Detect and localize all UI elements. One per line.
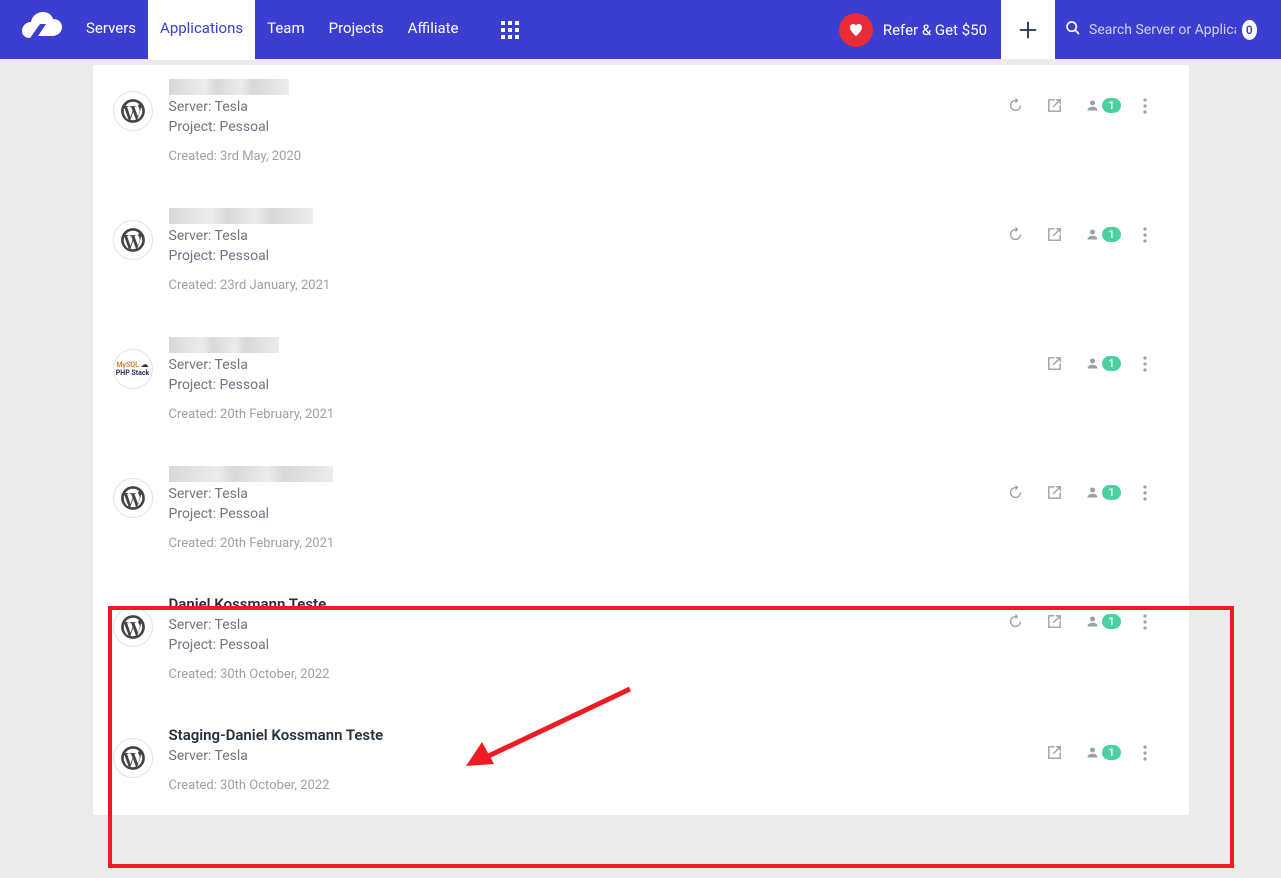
app-title[interactable]: Staging-Daniel Kossmann Teste: [169, 726, 1149, 744]
refresh-icon[interactable]: [1007, 226, 1024, 243]
user-count-badge: 1: [1102, 98, 1120, 113]
search-input[interactable]: [1089, 22, 1236, 38]
app-row: MySQL ☁PHP Stack Server: Tesla Project: Pe…: [93, 323, 1189, 422]
app-body: Server: Tesla Project: Pessoal Created: 20…: [169, 466, 1149, 551]
app-row: Daniel Kossmann Teste Server: Tesla Projec…: [93, 581, 1189, 682]
app-created: Created: 3rd May, 2020: [169, 149, 1149, 164]
user-count-badge: 1: [1102, 485, 1120, 500]
app-created: Created: 23rd January, 2021: [169, 278, 1149, 293]
users-button[interactable]: 1: [1085, 227, 1120, 242]
app-actions: 1: [1046, 355, 1146, 372]
heart-icon: [839, 13, 873, 47]
app-server: Server: Tesla: [169, 228, 1149, 244]
external-link-icon[interactable]: [1046, 226, 1063, 243]
refresh-icon[interactable]: [1007, 97, 1024, 114]
users-button[interactable]: 1: [1085, 745, 1120, 760]
app-project: Project: Pessoal: [169, 248, 1149, 264]
app-server: Server: Tesla: [169, 99, 1149, 115]
external-link-icon[interactable]: [1046, 97, 1063, 114]
main-nav: Servers Applications Team Projects Affil…: [74, 0, 471, 60]
wordpress-icon: [113, 91, 153, 131]
app-project: Project: Pessoal: [169, 377, 1149, 393]
user-count-badge: 1: [1102, 227, 1120, 242]
refer-link[interactable]: Refer & Get $50: [839, 13, 1001, 47]
search-box: 0: [1055, 20, 1267, 40]
app-row: Server: Tesla Project: Pessoal Created: 3r…: [93, 65, 1189, 164]
users-button[interactable]: 1: [1085, 356, 1120, 371]
app-project: Project: Pessoal: [169, 637, 1149, 653]
app-actions: 1: [1007, 226, 1146, 243]
app-row: Server: Tesla Project: Pessoal Created: 20…: [93, 452, 1189, 551]
add-button[interactable]: [1001, 0, 1055, 59]
app-title[interactable]: [169, 466, 333, 482]
app-server: Server: Tesla: [169, 617, 1149, 633]
wordpress-icon: [113, 607, 153, 647]
more-menu-icon[interactable]: [1143, 356, 1147, 372]
app-actions: 1: [1046, 744, 1146, 761]
nav-servers[interactable]: Servers: [74, 0, 148, 60]
phpstack-icon: MySQL ☁PHP Stack: [113, 349, 153, 389]
app-row: Staging-Daniel Kossmann Teste Server: Tes…: [93, 712, 1189, 793]
refresh-icon[interactable]: [1007, 613, 1024, 630]
app-body: Server: Tesla Project: Pessoal Created: 3r…: [169, 79, 1149, 164]
app-server: Server: Tesla: [169, 486, 1149, 502]
applications-card: Server: Tesla Project: Pessoal Created: 3r…: [93, 65, 1189, 815]
app-body: Server: Tesla Project: Pessoal Created: 23…: [169, 208, 1149, 293]
external-link-icon[interactable]: [1046, 355, 1063, 372]
search-icon: [1065, 20, 1081, 40]
app-created: Created: 20th February, 2021: [169, 536, 1149, 551]
apps-grid-icon[interactable]: [501, 21, 519, 39]
app-actions: 1: [1007, 97, 1146, 114]
app-row: Server: Tesla Project: Pessoal Created: 23…: [93, 194, 1189, 293]
more-menu-icon[interactable]: [1143, 485, 1147, 501]
app-server: Server: Tesla: [169, 357, 1149, 373]
app-actions: 1: [1007, 484, 1146, 501]
wordpress-icon: [113, 738, 153, 778]
app-title[interactable]: [169, 337, 279, 353]
users-button[interactable]: 1: [1085, 485, 1120, 500]
top-nav-bar: Servers Applications Team Projects Affil…: [0, 0, 1281, 59]
wordpress-icon: [113, 220, 153, 260]
logo[interactable]: [14, 12, 74, 48]
users-button[interactable]: 1: [1085, 98, 1120, 113]
app-project: Project: Pessoal: [169, 506, 1149, 522]
refresh-icon[interactable]: [1007, 484, 1024, 501]
app-actions: 1: [1007, 613, 1146, 630]
more-menu-icon[interactable]: [1143, 745, 1147, 761]
nav-applications[interactable]: Applications: [148, 0, 255, 60]
app-title[interactable]: [169, 79, 289, 95]
more-menu-icon[interactable]: [1143, 98, 1147, 114]
app-server: Server: Tesla: [169, 748, 1149, 764]
refer-label: Refer & Get $50: [883, 21, 987, 39]
app-created: Created: 30th October, 2022: [169, 667, 1149, 682]
app-body: Server: Tesla Project: Pessoal Created: 20…: [169, 337, 1149, 422]
wordpress-icon: [113, 478, 153, 518]
user-count-badge: 1: [1102, 356, 1120, 371]
nav-team[interactable]: Team: [255, 0, 317, 60]
app-project: Project: Pessoal: [169, 119, 1149, 135]
user-count-badge: 1: [1102, 614, 1120, 629]
external-link-icon[interactable]: [1046, 484, 1063, 501]
app-title[interactable]: [169, 208, 313, 224]
search-count-badge: 0: [1242, 20, 1257, 40]
external-link-icon[interactable]: [1046, 613, 1063, 630]
app-created: Created: 30th October, 2022: [169, 778, 1149, 793]
app-body: Daniel Kossmann Teste Server: Tesla Projec…: [169, 595, 1149, 682]
app-created: Created: 20th February, 2021: [169, 407, 1149, 422]
nav-projects[interactable]: Projects: [317, 0, 396, 60]
app-title[interactable]: Daniel Kossmann Teste: [169, 595, 1149, 613]
user-count-badge: 1: [1102, 745, 1120, 760]
more-menu-icon[interactable]: [1143, 227, 1147, 243]
external-link-icon[interactable]: [1046, 744, 1063, 761]
app-body: Staging-Daniel Kossmann Teste Server: Tes…: [169, 726, 1149, 793]
nav-affiliate[interactable]: Affiliate: [396, 0, 471, 60]
users-button[interactable]: 1: [1085, 614, 1120, 629]
more-menu-icon[interactable]: [1143, 614, 1147, 630]
